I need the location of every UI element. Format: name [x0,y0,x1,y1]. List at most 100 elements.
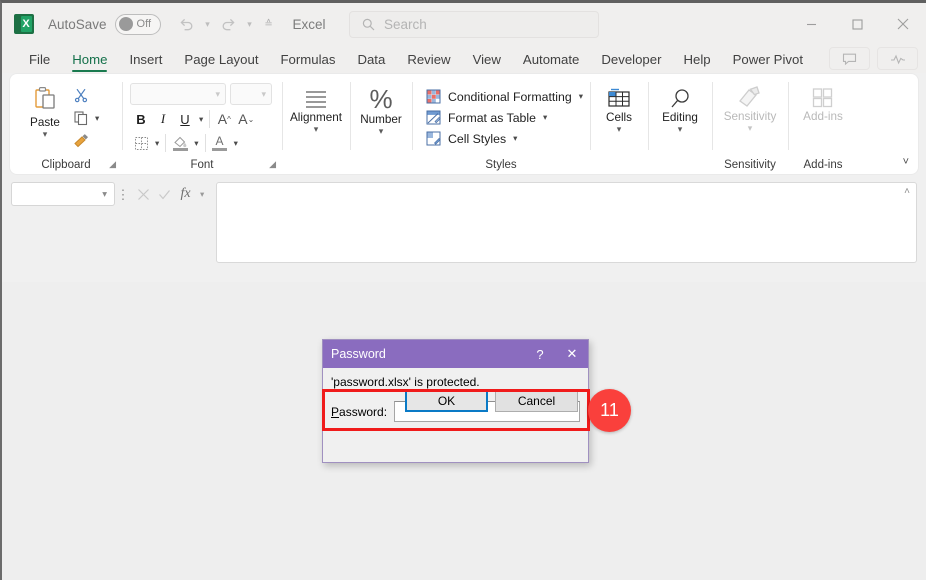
expand-formula-bar-icon[interactable]: ˄ [904,186,910,197]
alignment-button[interactable]: Alignment ▾ [282,78,350,134]
alignment-chevron-down-icon[interactable]: ▾ [314,125,319,134]
sensitivity-button[interactable]: Sensitivity ▾ [712,78,788,133]
clipboard-dialog-launcher-icon[interactable]: ◢ [109,159,116,170]
close-button[interactable] [880,3,926,45]
increase-font-size-button[interactable]: A ^ [213,108,235,130]
format-painter-button[interactable] [70,130,92,152]
tab-page-layout[interactable]: Page Layout [173,45,269,73]
autosave-toggle-knob [118,17,133,31]
paste-button[interactable]: Paste ▾ [20,82,70,139]
cell-styles-button[interactable]: Cell Styles ▾ [422,128,583,149]
title-bar: X AutoSave Off ▾ ▾ ≙ Excel Search [2,3,926,45]
number-button[interactable]: % Number ▾ [350,78,412,136]
excel-window: X AutoSave Off ▾ ▾ ≙ Excel Search File H… [0,0,926,580]
tab-home[interactable]: Home [61,45,118,73]
number-button-label: Number [360,113,402,126]
fill-color-chevron-down-icon[interactable]: ▾ [191,138,201,149]
search-input[interactable]: Search [384,17,427,32]
ribbon-group-number: % Number ▾ [350,74,412,174]
font-color-separator [204,134,206,152]
cells-chevron-down-icon[interactable]: ▾ [617,125,622,134]
format-as-table-chevron-down-icon[interactable]: ▾ [543,112,547,123]
paste-button-label: Paste [30,116,60,129]
ribbon-group-font: ▾ ▾ B I U ▾ A ^ A ⌄ ▾ ▾ A ▾ Font ◢ [122,74,282,174]
tab-power-pivot[interactable]: Power Pivot [722,45,814,73]
name-box[interactable]: ▾ [11,182,115,206]
tab-insert[interactable]: Insert [118,45,173,73]
font-color-button[interactable]: A [209,132,231,154]
fill-separator [165,134,167,152]
ribbon-group-font-label: Font [190,159,214,171]
formula-input[interactable]: ˄ [216,182,917,263]
undo-icon[interactable] [175,12,199,36]
collapse-ribbon-chevron-down-icon[interactable]: ˅ [903,156,909,168]
search-icon [362,18,375,31]
font-color-chevron-down-icon[interactable]: ▾ [231,138,241,149]
borders-button[interactable] [130,132,152,154]
activity-icon[interactable] [877,47,918,70]
sensitivity-chevron-down-icon[interactable]: ▾ [748,124,753,133]
editing-button[interactable]: Editing ▾ [648,78,712,134]
cells-button[interactable]: Cells ▾ [590,78,648,134]
comment-icon[interactable] [829,47,870,70]
add-ins-icon [812,88,833,108]
conditional-formatting-chevron-down-icon[interactable]: ▾ [579,91,583,102]
undo-dropdown-chevron-down-icon[interactable]: ▾ [201,12,215,36]
tab-help[interactable]: Help [673,45,722,73]
copy-button[interactable] [70,107,92,129]
minimize-button[interactable] [788,3,834,45]
add-ins-button[interactable]: Add-ins [788,78,858,123]
enter-formula-icon[interactable] [155,183,174,205]
tab-automate[interactable]: Automate [512,45,590,73]
underline-button[interactable]: U [174,108,196,130]
borders-chevron-down-icon[interactable]: ▾ [152,138,162,149]
autosave-toggle[interactable]: Off [114,13,161,35]
alignment-button-label: Alignment [290,111,342,124]
conditional-formatting-button[interactable]: Conditional Formatting ▾ [422,86,583,107]
dialog-close-button[interactable]: ✕ [556,340,588,368]
dialog-help-button[interactable]: ? [524,340,556,368]
ok-button[interactable]: OK [405,389,488,412]
password-dialog: Password ? ✕ 'password.xlsx' is protecte… [322,339,589,463]
dialog-buttons: OK Cancel [323,389,588,412]
redo-dropdown-chevron-down-icon[interactable]: ▾ [243,12,257,36]
decrease-font-size-button[interactable]: A ⌄ [235,108,257,130]
font-size-input[interactable]: ▾ [230,83,272,105]
formula-bar-grip[interactable]: ⋮ [115,182,131,206]
tab-file[interactable]: File [18,45,61,73]
autosave-label: AutoSave [48,16,107,32]
maximize-button[interactable] [834,3,880,45]
tab-data[interactable]: Data [346,45,396,73]
dialog-title: Password [331,347,386,361]
redo-icon[interactable] [217,12,241,36]
italic-button[interactable]: I [152,108,174,130]
bold-button[interactable]: B [130,108,152,130]
tab-developer[interactable]: Developer [590,45,672,73]
search-box[interactable]: Search [349,11,599,38]
font-dialog-launcher-icon[interactable]: ◢ [269,159,276,170]
customize-quick-access-icon[interactable]: ≙ [259,12,279,36]
number-chevron-down-icon[interactable]: ▾ [379,127,384,136]
copy-chevron-down-icon[interactable]: ▾ [92,113,102,124]
paste-chevron-down-icon[interactable]: ▾ [43,130,48,139]
tab-formulas[interactable]: Formulas [269,45,346,73]
tab-view[interactable]: View [462,45,512,73]
fill-color-button[interactable] [169,132,191,154]
editing-chevron-down-icon[interactable]: ▾ [678,125,683,134]
cut-button[interactable] [70,84,92,106]
font-name-input[interactable]: ▾ [130,83,226,105]
ribbon-group-alignment: Alignment ▾ [282,74,350,174]
paste-icon [35,86,55,109]
insert-function-icon[interactable]: fx [176,183,195,205]
format-as-table-button[interactable]: Format as Table ▾ [422,107,583,128]
conditional-formatting-label: Conditional Formatting [448,89,572,104]
cell-styles-chevron-down-icon[interactable]: ▾ [513,133,517,144]
tab-review[interactable]: Review [396,45,461,73]
formula-bar-chevron-down-icon[interactable]: ▾ [197,189,207,200]
underline-chevron-down-icon[interactable]: ▾ [196,114,206,125]
cancel-formula-icon[interactable] [134,183,153,205]
cells-button-label: Cells [606,111,632,124]
ribbon-group-editing: Editing ▾ [648,74,712,174]
cancel-button[interactable]: Cancel [495,389,578,412]
ribbon-group-clipboard-label: Clipboard [41,159,91,171]
